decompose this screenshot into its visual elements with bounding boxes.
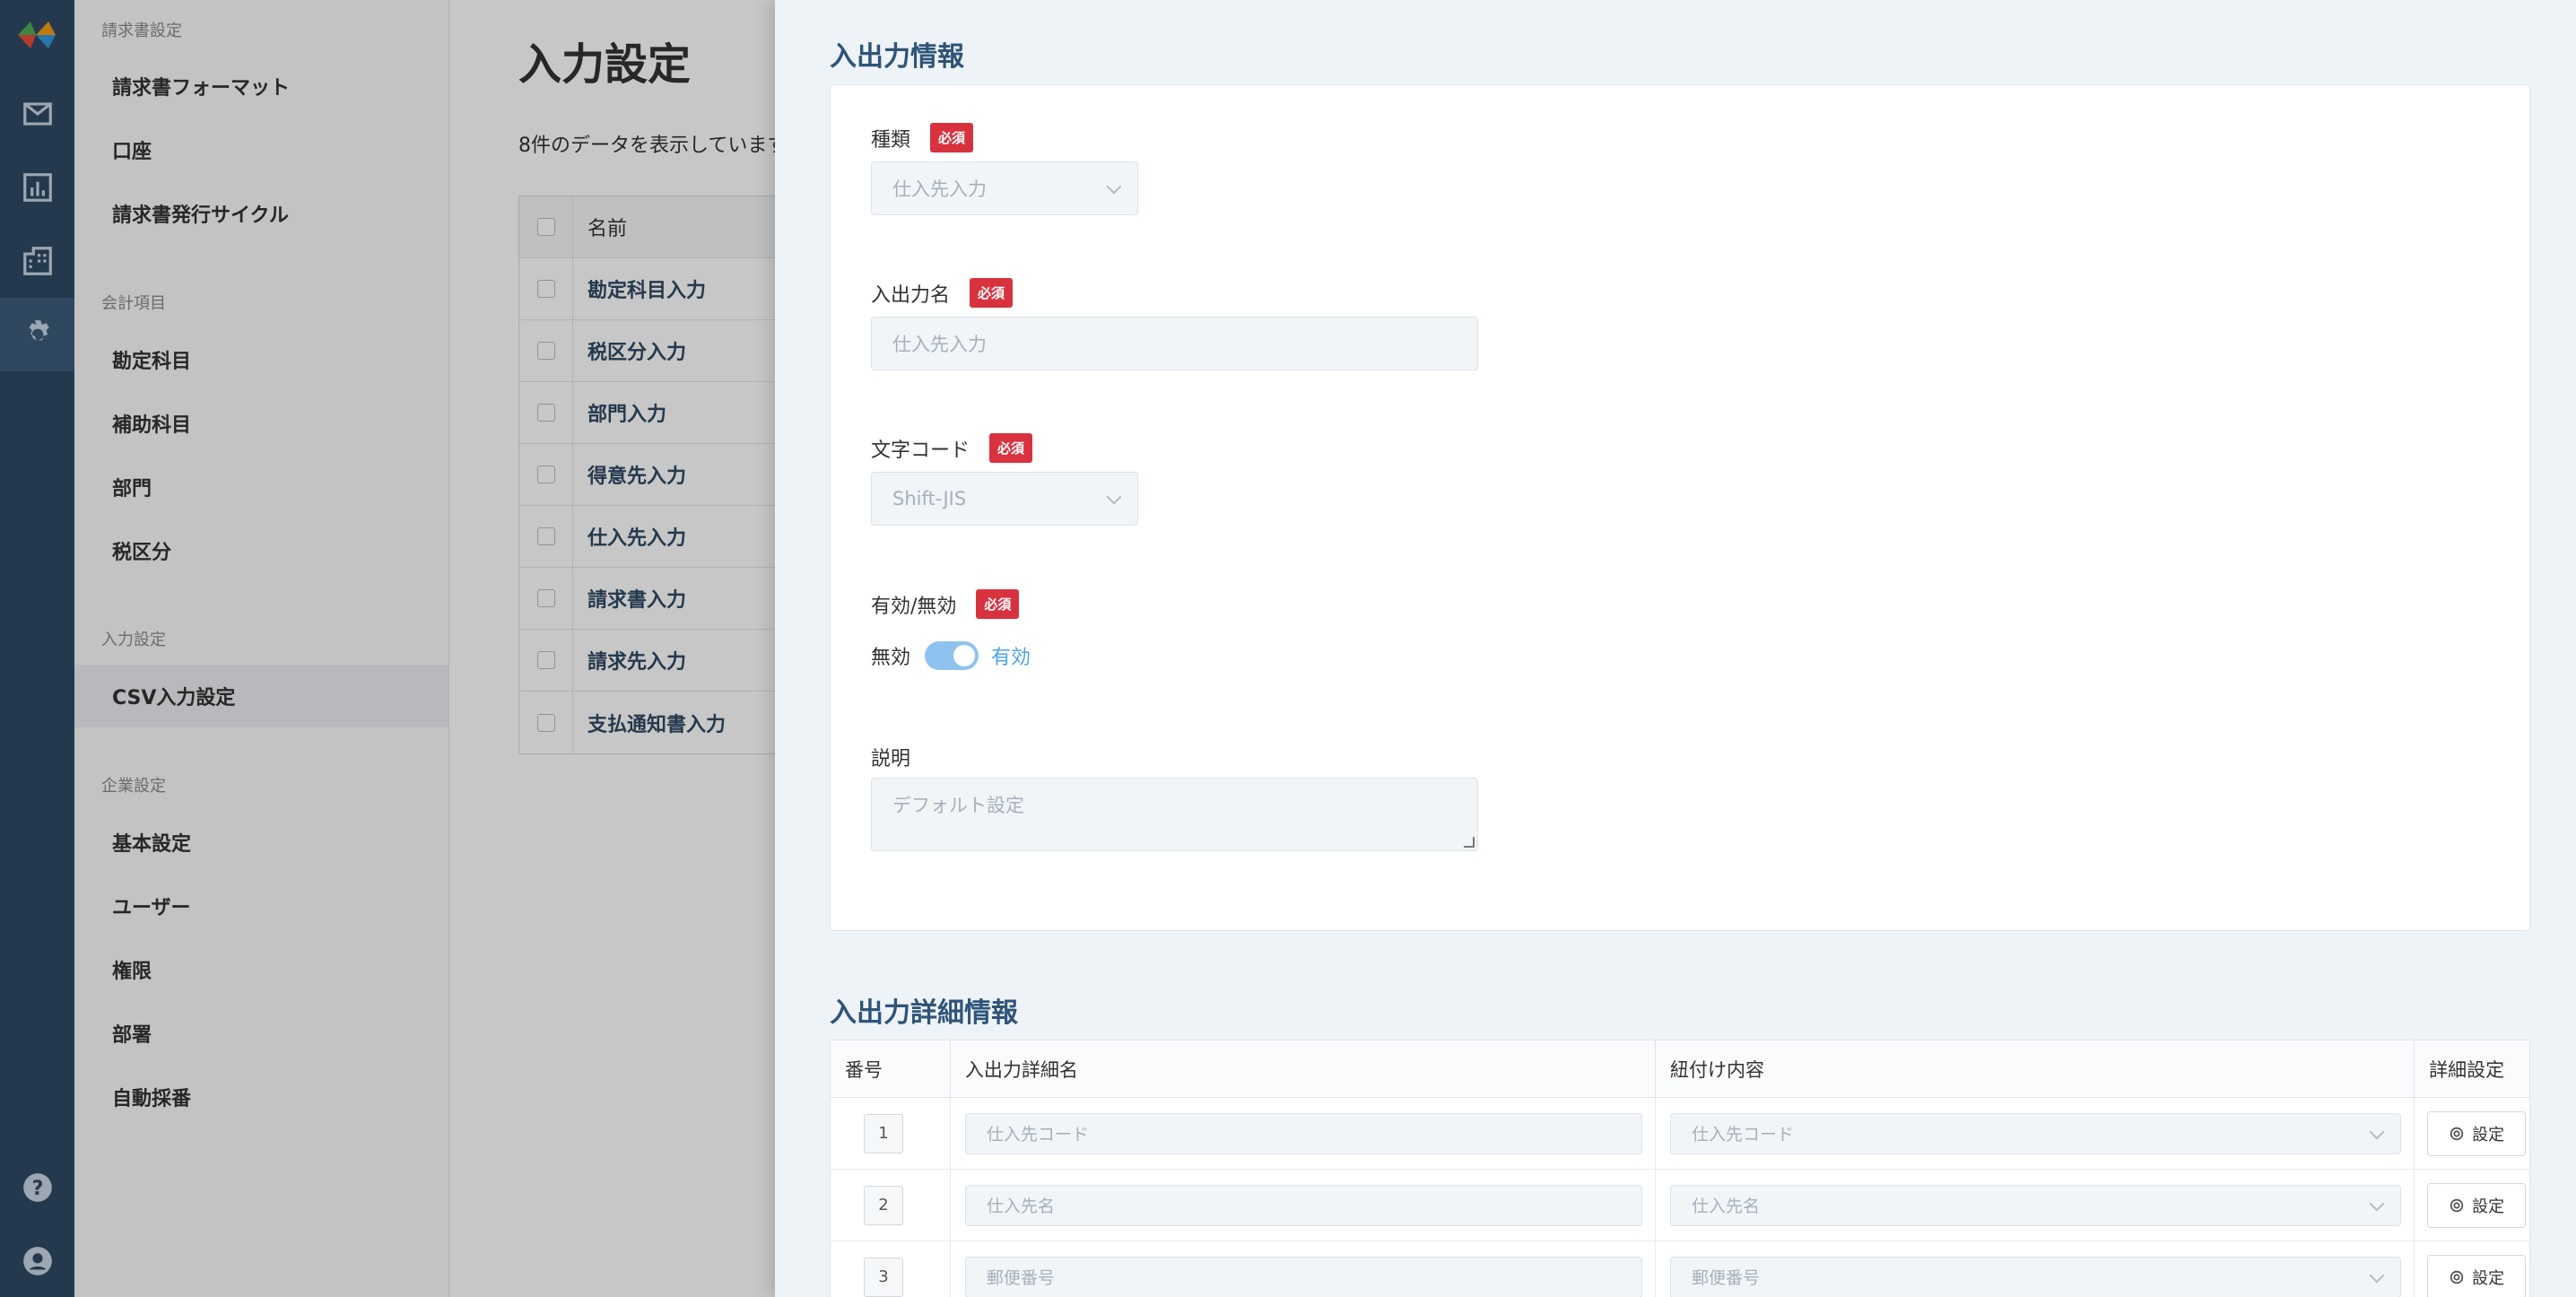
chevron-down-icon	[2369, 1196, 2385, 1211]
toggle-off-label: 無効	[871, 647, 911, 669]
settings-button[interactable]: 設定	[2427, 1182, 2527, 1228]
io-info-card: 種類 必須 仕入先入力 入出力名 必須 仕入先入力 文字コード 必須 Shift…	[830, 84, 2530, 931]
settings-button-label: 設定	[2472, 1268, 2505, 1288]
required-badge: 必須	[976, 589, 1020, 619]
enabled-label: 有効/無効	[871, 595, 957, 618]
mapping-select-value: 郵便番号	[1692, 1268, 1761, 1288]
column-header-detail-name: 入出力詳細名	[951, 1040, 1657, 1097]
io-name-input[interactable]: 仕入先入力	[871, 317, 1478, 370]
field-label-type: 種類 必須	[871, 123, 974, 152]
column-header-mapping: 紐付け内容	[1656, 1040, 2415, 1097]
description-textarea[interactable]: デフォルト設定	[871, 778, 1478, 851]
field-label-description: 説明	[871, 743, 910, 771]
section-title-io-info: 入出力情報	[830, 41, 964, 73]
chevron-down-icon	[2369, 1124, 2385, 1139]
table-row: 1 仕入先コード 仕入先コード 設定	[831, 1098, 2529, 1170]
row-number: 3	[864, 1257, 903, 1297]
encoding-select[interactable]: Shift-JIS	[871, 472, 1138, 526]
required-badge: 必須	[989, 433, 1033, 463]
type-label: 種類	[871, 128, 911, 152]
mapping-select-value: 仕入先コード	[1692, 1125, 1795, 1145]
io-detail-table: 番号 入出力詳細名 紐付け内容 詳細設定 1 仕入先コード 仕入先コード 設定 …	[830, 1040, 2530, 1297]
settings-button[interactable]: 設定	[2427, 1110, 2527, 1156]
resize-handle-icon[interactable]	[1464, 837, 1475, 848]
chevron-down-icon	[1106, 178, 1122, 195]
detail-name-input[interactable]: 仕入先コード	[964, 1112, 1642, 1154]
column-header-number: 番号	[831, 1040, 951, 1097]
field-label-io-name: 入出力名 必須	[871, 278, 1014, 308]
section-title-io-details: 入出力詳細情報	[830, 997, 1018, 1029]
mapping-select[interactable]: 仕入先コード	[1670, 1112, 2402, 1154]
gear-icon	[2450, 1270, 2464, 1284]
detail-name-input[interactable]: 仕入先名	[964, 1184, 1642, 1226]
field-label-enabled: 有効/無効 必須	[871, 589, 1020, 619]
required-badge: 必須	[930, 123, 974, 152]
table-row: 3 郵便番号 郵便番号 設定	[831, 1241, 2529, 1297]
mapping-select[interactable]: 郵便番号	[1670, 1256, 2402, 1297]
mapping-select[interactable]: 仕入先名	[1670, 1184, 2402, 1226]
detail-name-input[interactable]: 郵便番号	[964, 1256, 1642, 1297]
settings-button[interactable]: 設定	[2427, 1254, 2527, 1297]
detail-table-header: 番号 入出力詳細名 紐付け内容 詳細設定	[831, 1040, 2529, 1098]
field-label-encoding: 文字コード 必須	[871, 433, 1033, 463]
row-number: 2	[864, 1185, 903, 1225]
required-badge: 必須	[970, 278, 1014, 308]
io-name-label: 入出力名	[871, 283, 951, 307]
toggle-knob	[953, 645, 976, 666]
column-header-settings: 詳細設定	[2429, 1058, 2505, 1081]
settings-button-label: 設定	[2472, 1197, 2505, 1216]
edit-drawer: 入出力情報 種類 必須 仕入先入力 入出力名 必須 仕入先入力 文字コード 必須…	[775, 0, 2576, 1297]
settings-button-label: 設定	[2472, 1125, 2505, 1145]
chevron-down-icon	[2369, 1267, 2385, 1283]
enabled-toggle[interactable]	[925, 641, 979, 670]
enabled-toggle-row: 無効 有効	[871, 641, 1031, 670]
chevron-down-icon	[1106, 489, 1122, 505]
description-placeholder: デフォルト設定	[892, 795, 1024, 816]
description-label: 説明	[871, 748, 911, 770]
mapping-select-value: 仕入先名	[1692, 1197, 1761, 1216]
toggle-on-label: 有効	[991, 647, 1031, 669]
row-number: 1	[864, 1113, 903, 1153]
type-select[interactable]: 仕入先入力	[871, 161, 1138, 215]
table-row: 2 仕入先名 仕入先名 設定	[831, 1170, 2529, 1241]
gear-icon	[2450, 1127, 2464, 1140]
type-select-value: 仕入先入力	[892, 178, 987, 200]
encoding-label: 文字コード	[871, 439, 970, 462]
encoding-select-value: Shift-JIS	[892, 488, 967, 509]
gear-icon	[2450, 1198, 2464, 1212]
